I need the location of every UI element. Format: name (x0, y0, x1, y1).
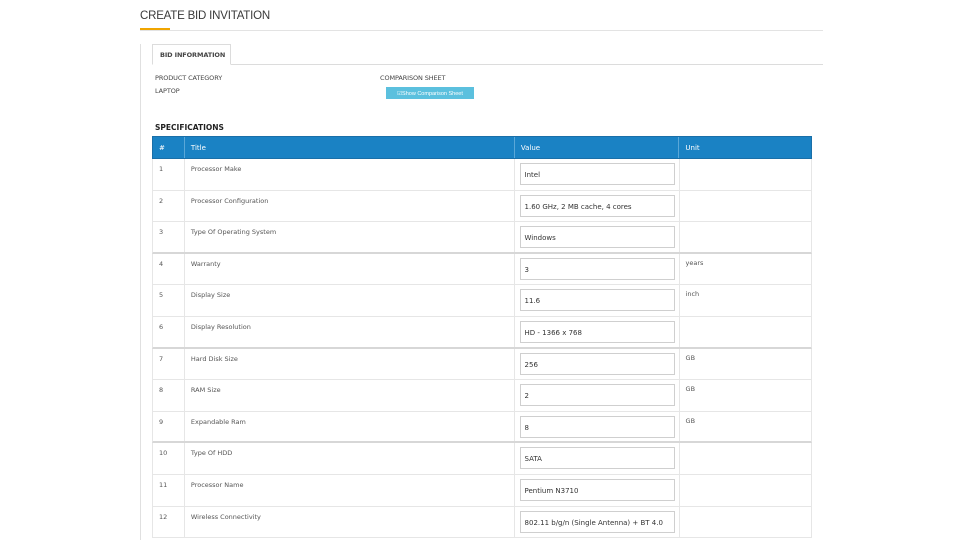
row-number: 8 (153, 380, 185, 411)
spec-value-input[interactable]: 802.11 b/g/n (Single Antenna) + BT 4.0 (519, 510, 675, 533)
spec-title: Processor Name (185, 474, 515, 506)
page-title: CREATE BID INVITATION (140, 10, 270, 22)
table-row: 10 Type Of HDD SATA (152, 443, 812, 475)
table-header: # Title Value Unit (152, 136, 812, 159)
spec-unit (680, 317, 811, 347)
table-row: 3 Type Of Operating System Windows (152, 222, 812, 254)
table-body: 1 Processor Make Intel 2 Processor Configura… (152, 159, 812, 539)
spec-value-input[interactable]: Intel (519, 163, 675, 185)
table-row: 8 RAM Size 2 GB (152, 380, 812, 412)
spec-value-input[interactable]: 11.6 (519, 289, 675, 312)
spec-value-input[interactable]: SATA (519, 447, 675, 470)
spec-value-cell: 802.11 b/g/n (Single Antenna) + BT 4.0 (515, 506, 680, 538)
row-number: 2 (153, 190, 185, 222)
spec-unit: GB (685, 416, 696, 425)
spec-value-cell: 1.60 GHz, 2 MB cache, 4 cores (515, 190, 680, 222)
table-row: 6 Display Resolution HD - 1366 x 768 (152, 316, 812, 349)
spec-title: Display Resolution (185, 316, 515, 347)
column-header-number[interactable]: # (153, 137, 185, 158)
tab-bid-information[interactable]: BID INFORMATION (152, 44, 231, 65)
table-row: 5 Display Size 11.6 inch (152, 285, 812, 317)
spec-value-cell: 2 (515, 380, 680, 411)
row-number: 10 (153, 443, 185, 474)
spec-value-input[interactable]: 3 (519, 257, 675, 280)
spec-title: Type Of HDD (185, 443, 515, 474)
column-header-value[interactable]: Value (515, 137, 680, 158)
product-category-label: PRODUCT CATEGORY (155, 74, 223, 82)
spec-title: Wireless Connectivity (185, 506, 515, 538)
spec-value-input[interactable]: 256 (519, 352, 675, 375)
table-row: 7 Hard Disk Size 256 GB (152, 348, 812, 381)
spec-value-input[interactable]: Pentium N3710 (519, 478, 675, 501)
spec-value-cell: Pentium N3710 (515, 474, 680, 506)
table-row: 9 Expandable Ram 8 GB (152, 411, 812, 444)
spec-value-cell: 256 (515, 348, 680, 380)
row-number: 6 (153, 316, 185, 347)
show-comparison-sheet-button[interactable]: ☑Show Comparison Sheet (386, 87, 474, 99)
spec-value-cell: 11.6 (515, 285, 680, 316)
spec-title: Expandable Ram (185, 411, 515, 442)
spec-title: RAM Size (185, 380, 515, 411)
spec-title: Hard Disk Size (185, 348, 515, 380)
spec-unit (680, 443, 811, 474)
spec-value-input[interactable]: 1.60 GHz, 2 MB cache, 4 cores (519, 194, 675, 217)
spec-title: Processor Configuration (185, 190, 515, 222)
spec-value-input[interactable]: HD - 1366 x 768 (519, 320, 675, 343)
spec-unit (680, 475, 811, 506)
spec-title: Type Of Operating System (185, 222, 515, 252)
table-row: 12 Wireless Connectivity 802.11 b/g/n (Sin… (152, 506, 812, 539)
row-number: 9 (153, 411, 185, 442)
spec-value-input[interactable]: 2 (519, 384, 675, 407)
spec-title: Processor Make (185, 159, 515, 190)
row-number: 1 (153, 159, 185, 190)
spec-value-cell: Windows (515, 222, 680, 252)
spec-title: Display Size (185, 285, 515, 316)
row-number: 12 (153, 506, 185, 538)
table-row: 1 Processor Make Intel (152, 159, 812, 191)
row-number: 7 (153, 348, 185, 380)
column-header-unit[interactable]: Unit (679, 137, 811, 158)
table-row: 2 Processor Configuration 1.60 GHz, 2 MB c… (152, 190, 812, 223)
spec-unit (680, 159, 811, 190)
spec-unit (680, 507, 811, 538)
spec-value-cell: Intel (515, 159, 680, 190)
spec-unit (680, 191, 811, 222)
spec-title: Warranty (185, 253, 515, 285)
spec-unit (680, 222, 811, 252)
table-row: 11 Processor Name Pentium N3710 (152, 474, 812, 507)
spec-unit: GB (685, 353, 696, 362)
spec-value-cell: 8 (515, 411, 680, 442)
tab-bar-line (231, 64, 823, 65)
spec-unit: inch (685, 290, 700, 299)
table-row: 4 Warranty 3 years (152, 253, 812, 286)
row-number: 3 (153, 222, 185, 252)
spec-value-cell: SATA (515, 443, 680, 474)
title-divider (140, 30, 823, 31)
row-number: 11 (153, 474, 185, 506)
row-number: 5 (153, 285, 185, 316)
specifications-heading: SPECIFICATIONS (155, 123, 224, 132)
spec-value-cell: 3 (515, 253, 680, 285)
spec-value-cell: HD - 1366 x 768 (515, 316, 680, 347)
spec-value-input[interactable]: 8 (519, 415, 675, 438)
comparison-sheet-label: COMPARISON SHEET (380, 74, 446, 82)
product-category-value: LAPTOP (155, 87, 180, 95)
row-number: 4 (153, 253, 185, 285)
spec-value-input[interactable]: Windows (519, 226, 675, 249)
specifications-table: # Title Value Unit 1 Processor Make Intel 2… (152, 136, 812, 539)
spec-unit: GB (685, 385, 696, 394)
spec-unit: years (685, 258, 704, 267)
column-header-title[interactable]: Title (185, 137, 515, 158)
